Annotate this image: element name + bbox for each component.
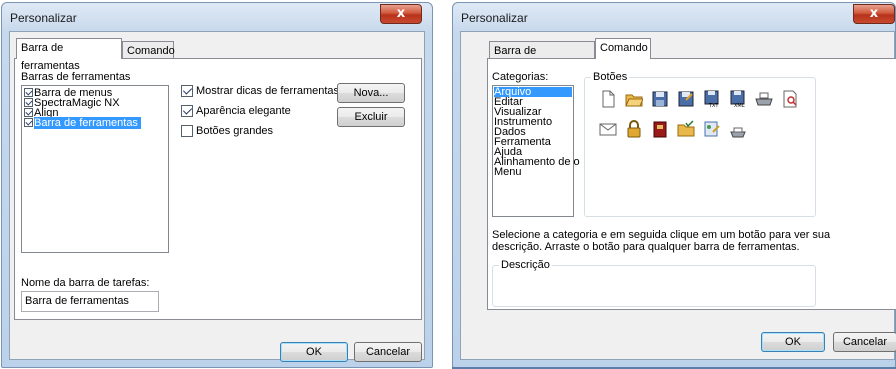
tab-panel-command: Categorias: Arquivo Editar Visualizar In… (487, 58, 896, 310)
customize-dialog-toolbars: Personalizar x Barra de ferramentas Coma… (1, 2, 433, 368)
categories-items: Arquivo Editar Visualizar Instrumento Da… (494, 87, 580, 178)
toolbar-item-toolbar[interactable]: Barra de ferramentas (24, 117, 141, 129)
svg-text:XML: XML (734, 103, 745, 108)
option-label: Aparência elegante (196, 105, 291, 117)
cancel-button[interactable]: Cancelar (833, 332, 896, 352)
checkbox-icon[interactable] (181, 125, 193, 137)
checkbox-icon[interactable] (24, 98, 33, 107)
template-icon[interactable] (703, 120, 721, 138)
ok-button[interactable]: OK (280, 342, 348, 362)
option-label: Mostrar dicas de ferramentas (196, 85, 340, 97)
lock-icon[interactable] (625, 120, 643, 138)
print-preview-icon[interactable] (781, 90, 799, 108)
save-xml-icon[interactable]: XML (729, 90, 747, 108)
tab-toolbars[interactable]: Barra de ferramentas (489, 41, 595, 75)
hint-line-2: descrição. Arraste o botão para qualquer… (492, 241, 800, 253)
tab-command[interactable]: Comando (122, 41, 175, 59)
checkbox-icon[interactable] (24, 108, 33, 117)
hint-line-1: Selecione a categoria e em seguida cliqu… (492, 229, 831, 241)
option-show-tooltips[interactable]: Mostrar dicas de ferramentas (181, 85, 339, 98)
close-button[interactable]: x (853, 4, 895, 24)
new-toolbar-button[interactable]: Nova... (337, 83, 405, 103)
ok-button[interactable]: OK (761, 332, 825, 352)
checkbox-icon[interactable] (24, 118, 33, 127)
toolbar-name-label: Nome da barra de tarefas: (21, 277, 150, 289)
email-icon[interactable] (599, 120, 617, 138)
close-button[interactable]: x (380, 4, 422, 24)
toolbar-item-label: Barra de ferramentas (34, 117, 141, 129)
checkbox-icon[interactable] (181, 105, 193, 117)
dialog-title: Personalizar (461, 11, 528, 25)
checkbox-icon[interactable] (24, 88, 33, 97)
new-file-icon[interactable] (599, 90, 617, 108)
cancel-button[interactable]: Cancelar (354, 342, 422, 362)
buttons-group: Botões TXT XML (584, 71, 816, 217)
buttons-group-label: Botões (591, 71, 630, 83)
title-bar[interactable]: Personalizar x (453, 3, 895, 31)
toolbar-name-input[interactable]: Barra de ferramentas (21, 291, 159, 312)
book-icon[interactable] (651, 120, 669, 138)
description-label: Descrição (499, 259, 552, 271)
title-bar[interactable]: Personalizar x (2, 3, 432, 31)
save-txt-icon[interactable]: TXT (703, 90, 721, 108)
option-label: Botões grandes (196, 125, 274, 137)
printer-small-icon[interactable] (729, 122, 747, 140)
save-icon[interactable] (651, 90, 669, 108)
delete-toolbar-button[interactable]: Excluir (337, 107, 405, 127)
folder-check-icon[interactable] (677, 120, 695, 138)
open-folder-icon[interactable] (625, 90, 643, 108)
print-icon[interactable] (755, 90, 773, 108)
toolbars-list[interactable]: Barra de menus SpectraMagic NX Align Bar… (21, 85, 169, 253)
tab-toolbars[interactable]: Barra de ferramentas (16, 38, 122, 72)
customize-dialog-command: Personalizar x Barra de ferramentas Coma… (452, 2, 896, 368)
checkbox-icon[interactable] (181, 85, 193, 97)
save-as-icon[interactable] (677, 90, 695, 108)
category-item[interactable]: Menu (494, 167, 572, 178)
option-elegant-look[interactable]: Aparência elegante (181, 105, 291, 118)
categories-list[interactable]: Arquivo Editar Visualizar Instrumento Da… (492, 85, 580, 217)
tab-panel-toolbars: Barras de ferramentas Barra de menus Spe… (14, 58, 422, 320)
dialog-client: Barra de ferramentas Comando Categorias:… (460, 31, 896, 360)
dialog-client: Barra de ferramentas Comando Barras de f… (9, 31, 425, 362)
dialog-title: Personalizar (10, 11, 77, 25)
description-group: Descrição (492, 259, 816, 307)
categories-label: Categorias: (492, 71, 549, 83)
option-large-buttons[interactable]: Botões grandes (181, 125, 273, 138)
svg-text:TXT: TXT (708, 103, 719, 108)
tab-command[interactable]: Comando (595, 38, 651, 59)
